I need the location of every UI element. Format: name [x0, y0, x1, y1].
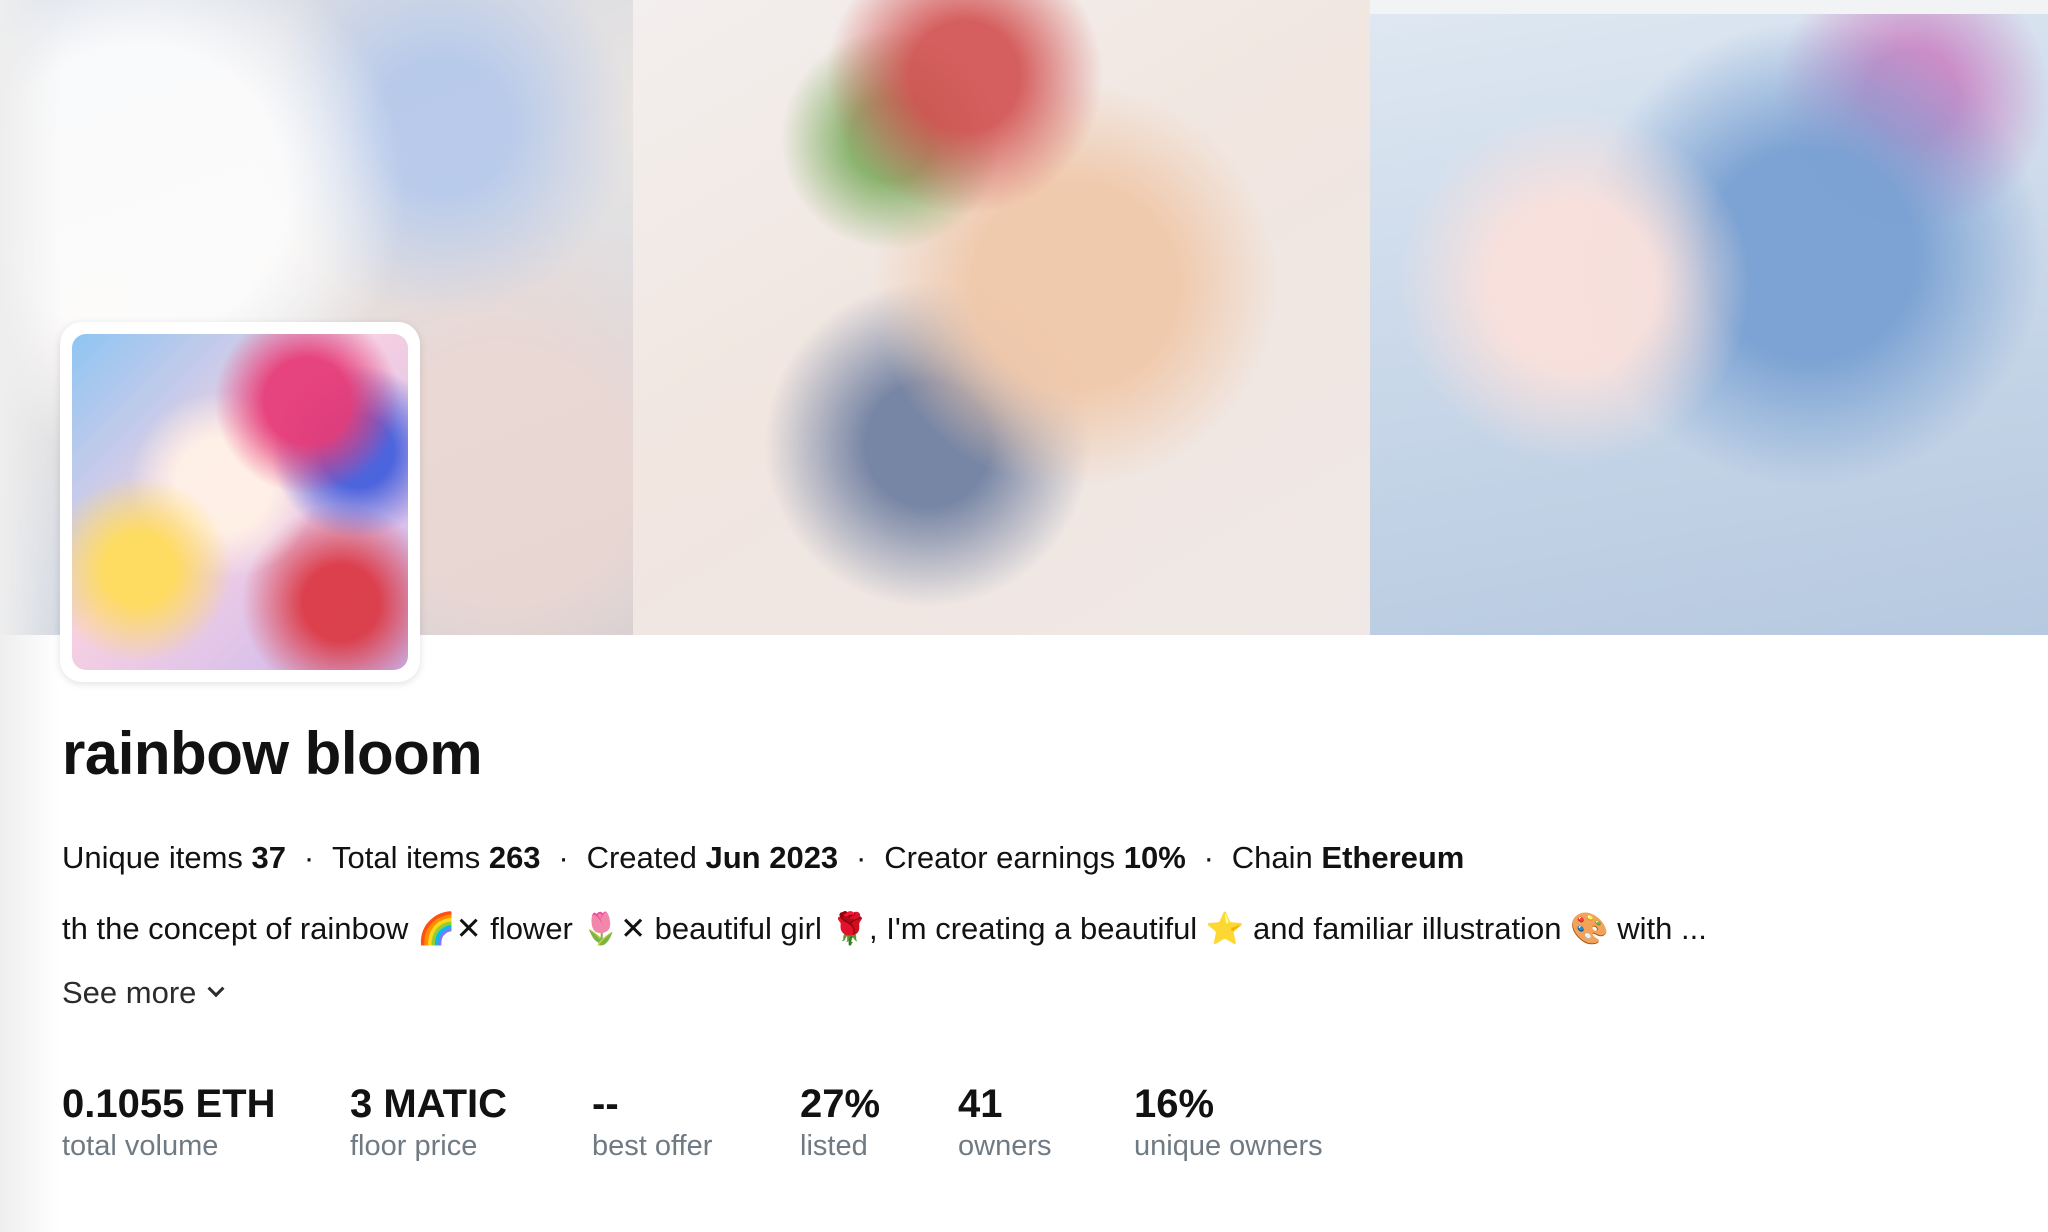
- see-more-label: See more: [62, 975, 197, 1010]
- chevron-down-icon: [207, 980, 225, 998]
- meta-chain: Chain Ethereum: [1232, 840, 1465, 875]
- stat-label: floor price: [350, 1130, 478, 1162]
- meta-total-items-label: Total items: [332, 840, 481, 875]
- meta-unique-items-label: Unique items: [62, 840, 243, 875]
- stat-owners[interactable]: 41 owners: [958, 1080, 1134, 1164]
- meta-total-items-value: 263: [488, 840, 541, 875]
- stat-label: unique owners: [1134, 1130, 1323, 1162]
- meta-created-label: Created: [586, 840, 697, 875]
- collection-stats: 0.1055 ETH total volume 3 MATIC floor pr…: [62, 1080, 1384, 1164]
- banner-image-3: [1370, 0, 2048, 635]
- stat-listed[interactable]: 27% listed: [800, 1080, 958, 1164]
- meta-created: Created Jun 2023: [587, 840, 839, 875]
- collection-page: rainbow bloom Unique items 37 · Total item…: [0, 0, 2048, 1232]
- stat-best-offer[interactable]: -- best offer: [592, 1080, 800, 1164]
- meta-separator: ·: [1203, 840, 1214, 875]
- collection-title: rainbow bloom: [62, 720, 483, 787]
- stat-value: 3 MATIC: [350, 1082, 508, 1126]
- banner-image-2: [633, 0, 1370, 635]
- stat-value: 41: [958, 1082, 1003, 1126]
- meta-creator-earnings-label: Creator earnings: [884, 840, 1116, 875]
- stat-value: 16%: [1134, 1082, 1215, 1126]
- stat-label: owners: [958, 1130, 1052, 1162]
- stat-value: 0.1055 ETH: [62, 1082, 276, 1126]
- collection-avatar[interactable]: [60, 322, 420, 682]
- collection-avatar-image: [72, 334, 408, 670]
- meta-chain-label: Chain: [1231, 840, 1313, 875]
- collection-meta-row: Unique items 37 · Total items 263 · Created …: [62, 838, 1464, 878]
- stat-value: 27%: [800, 1082, 881, 1126]
- meta-created-value: Jun 2023: [705, 840, 839, 875]
- meta-total-items: Total items 263: [332, 840, 541, 875]
- meta-creator-earnings-value: 10%: [1123, 840, 1186, 875]
- meta-unique-items: Unique items 37: [62, 840, 286, 875]
- meta-separator: ·: [303, 840, 315, 875]
- meta-separator: ·: [558, 840, 569, 875]
- meta-chain-value: Ethereum: [1321, 840, 1465, 875]
- stat-label: total volume: [62, 1130, 219, 1162]
- meta-separator: ·: [856, 840, 867, 875]
- stat-label: listed: [800, 1130, 868, 1162]
- collection-description: th the concept of rainbow 🌈✕ flower 🌷✕ b…: [62, 911, 1707, 946]
- stat-floor-price[interactable]: 3 MATIC floor price: [350, 1080, 592, 1164]
- stat-value: --: [592, 1082, 619, 1126]
- stat-unique-owners[interactable]: 16% unique owners: [1134, 1080, 1384, 1164]
- stat-total-volume[interactable]: 0.1055 ETH total volume: [62, 1080, 350, 1164]
- see-more-button[interactable]: See more: [62, 973, 225, 1013]
- meta-creator-earnings: Creator earnings 10%: [884, 840, 1186, 875]
- stat-label: best offer: [592, 1130, 713, 1162]
- meta-unique-items-value: 37: [251, 840, 287, 875]
